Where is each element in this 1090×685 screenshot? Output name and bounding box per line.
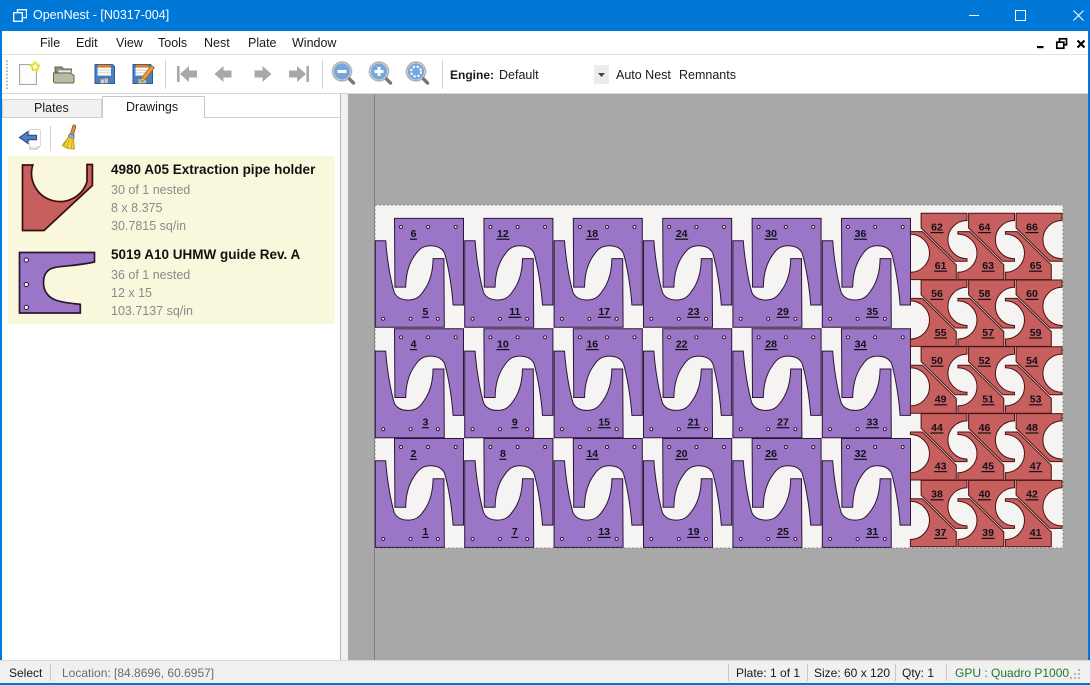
svg-text:17: 17 (598, 306, 610, 318)
svg-text:10: 10 (497, 338, 509, 350)
svg-text:57: 57 (982, 327, 994, 339)
svg-text:32: 32 (855, 448, 867, 460)
svg-text:3: 3 (422, 417, 428, 429)
svg-text:16: 16 (586, 338, 598, 350)
svg-text:19: 19 (688, 526, 700, 538)
svg-text:35: 35 (867, 306, 879, 318)
svg-text:7: 7 (512, 526, 518, 538)
svg-text:53: 53 (1030, 394, 1042, 406)
svg-text:46: 46 (979, 422, 991, 434)
svg-text:25: 25 (777, 526, 789, 538)
svg-text:42: 42 (1026, 489, 1038, 501)
svg-text:37: 37 (935, 527, 947, 539)
svg-text:54: 54 (1026, 355, 1038, 367)
svg-text:48: 48 (1026, 422, 1038, 434)
svg-text:4: 4 (411, 338, 417, 350)
svg-text:62: 62 (931, 221, 943, 233)
svg-text:18: 18 (586, 228, 598, 240)
svg-text:50: 50 (931, 355, 943, 367)
svg-text:45: 45 (982, 460, 994, 472)
svg-text:51: 51 (982, 394, 994, 406)
svg-text:39: 39 (982, 527, 994, 539)
svg-text:9: 9 (512, 417, 518, 429)
svg-text:14: 14 (586, 448, 598, 460)
svg-text:49: 49 (935, 394, 947, 406)
svg-text:44: 44 (931, 422, 943, 434)
svg-text:60: 60 (1026, 288, 1038, 300)
svg-text:40: 40 (979, 489, 991, 501)
svg-text:26: 26 (765, 448, 777, 460)
svg-text:34: 34 (855, 338, 867, 350)
svg-text:1: 1 (422, 526, 428, 538)
svg-text:5: 5 (422, 306, 428, 318)
svg-text:12: 12 (497, 228, 509, 240)
svg-text:47: 47 (1030, 460, 1042, 472)
svg-text:27: 27 (777, 417, 789, 429)
svg-text:11: 11 (509, 306, 520, 318)
svg-text:55: 55 (935, 327, 947, 339)
svg-text:66: 66 (1026, 221, 1038, 233)
svg-text:52: 52 (979, 355, 991, 367)
svg-text:38: 38 (931, 489, 943, 501)
svg-text:8: 8 (500, 448, 506, 460)
svg-text:30: 30 (765, 228, 777, 240)
svg-text:65: 65 (1030, 260, 1042, 272)
svg-text:6: 6 (411, 228, 417, 240)
svg-text:29: 29 (777, 306, 789, 318)
svg-text:21: 21 (688, 417, 700, 429)
svg-text:59: 59 (1030, 327, 1042, 339)
svg-text:36: 36 (855, 228, 867, 240)
svg-text:58: 58 (979, 288, 991, 300)
svg-text:23: 23 (688, 306, 700, 318)
svg-text:43: 43 (935, 460, 947, 472)
svg-text:20: 20 (676, 448, 688, 460)
svg-text:41: 41 (1030, 527, 1042, 539)
svg-text:24: 24 (676, 228, 688, 240)
svg-text:2: 2 (411, 448, 417, 460)
svg-text:15: 15 (598, 417, 610, 429)
svg-text:63: 63 (982, 260, 994, 272)
svg-text:31: 31 (867, 526, 879, 538)
svg-text:64: 64 (979, 221, 991, 233)
svg-text:61: 61 (935, 260, 947, 272)
svg-text:56: 56 (931, 288, 943, 300)
svg-text:22: 22 (676, 338, 688, 350)
svg-text:13: 13 (598, 526, 610, 538)
svg-text:33: 33 (867, 417, 879, 429)
svg-text:28: 28 (765, 338, 777, 350)
